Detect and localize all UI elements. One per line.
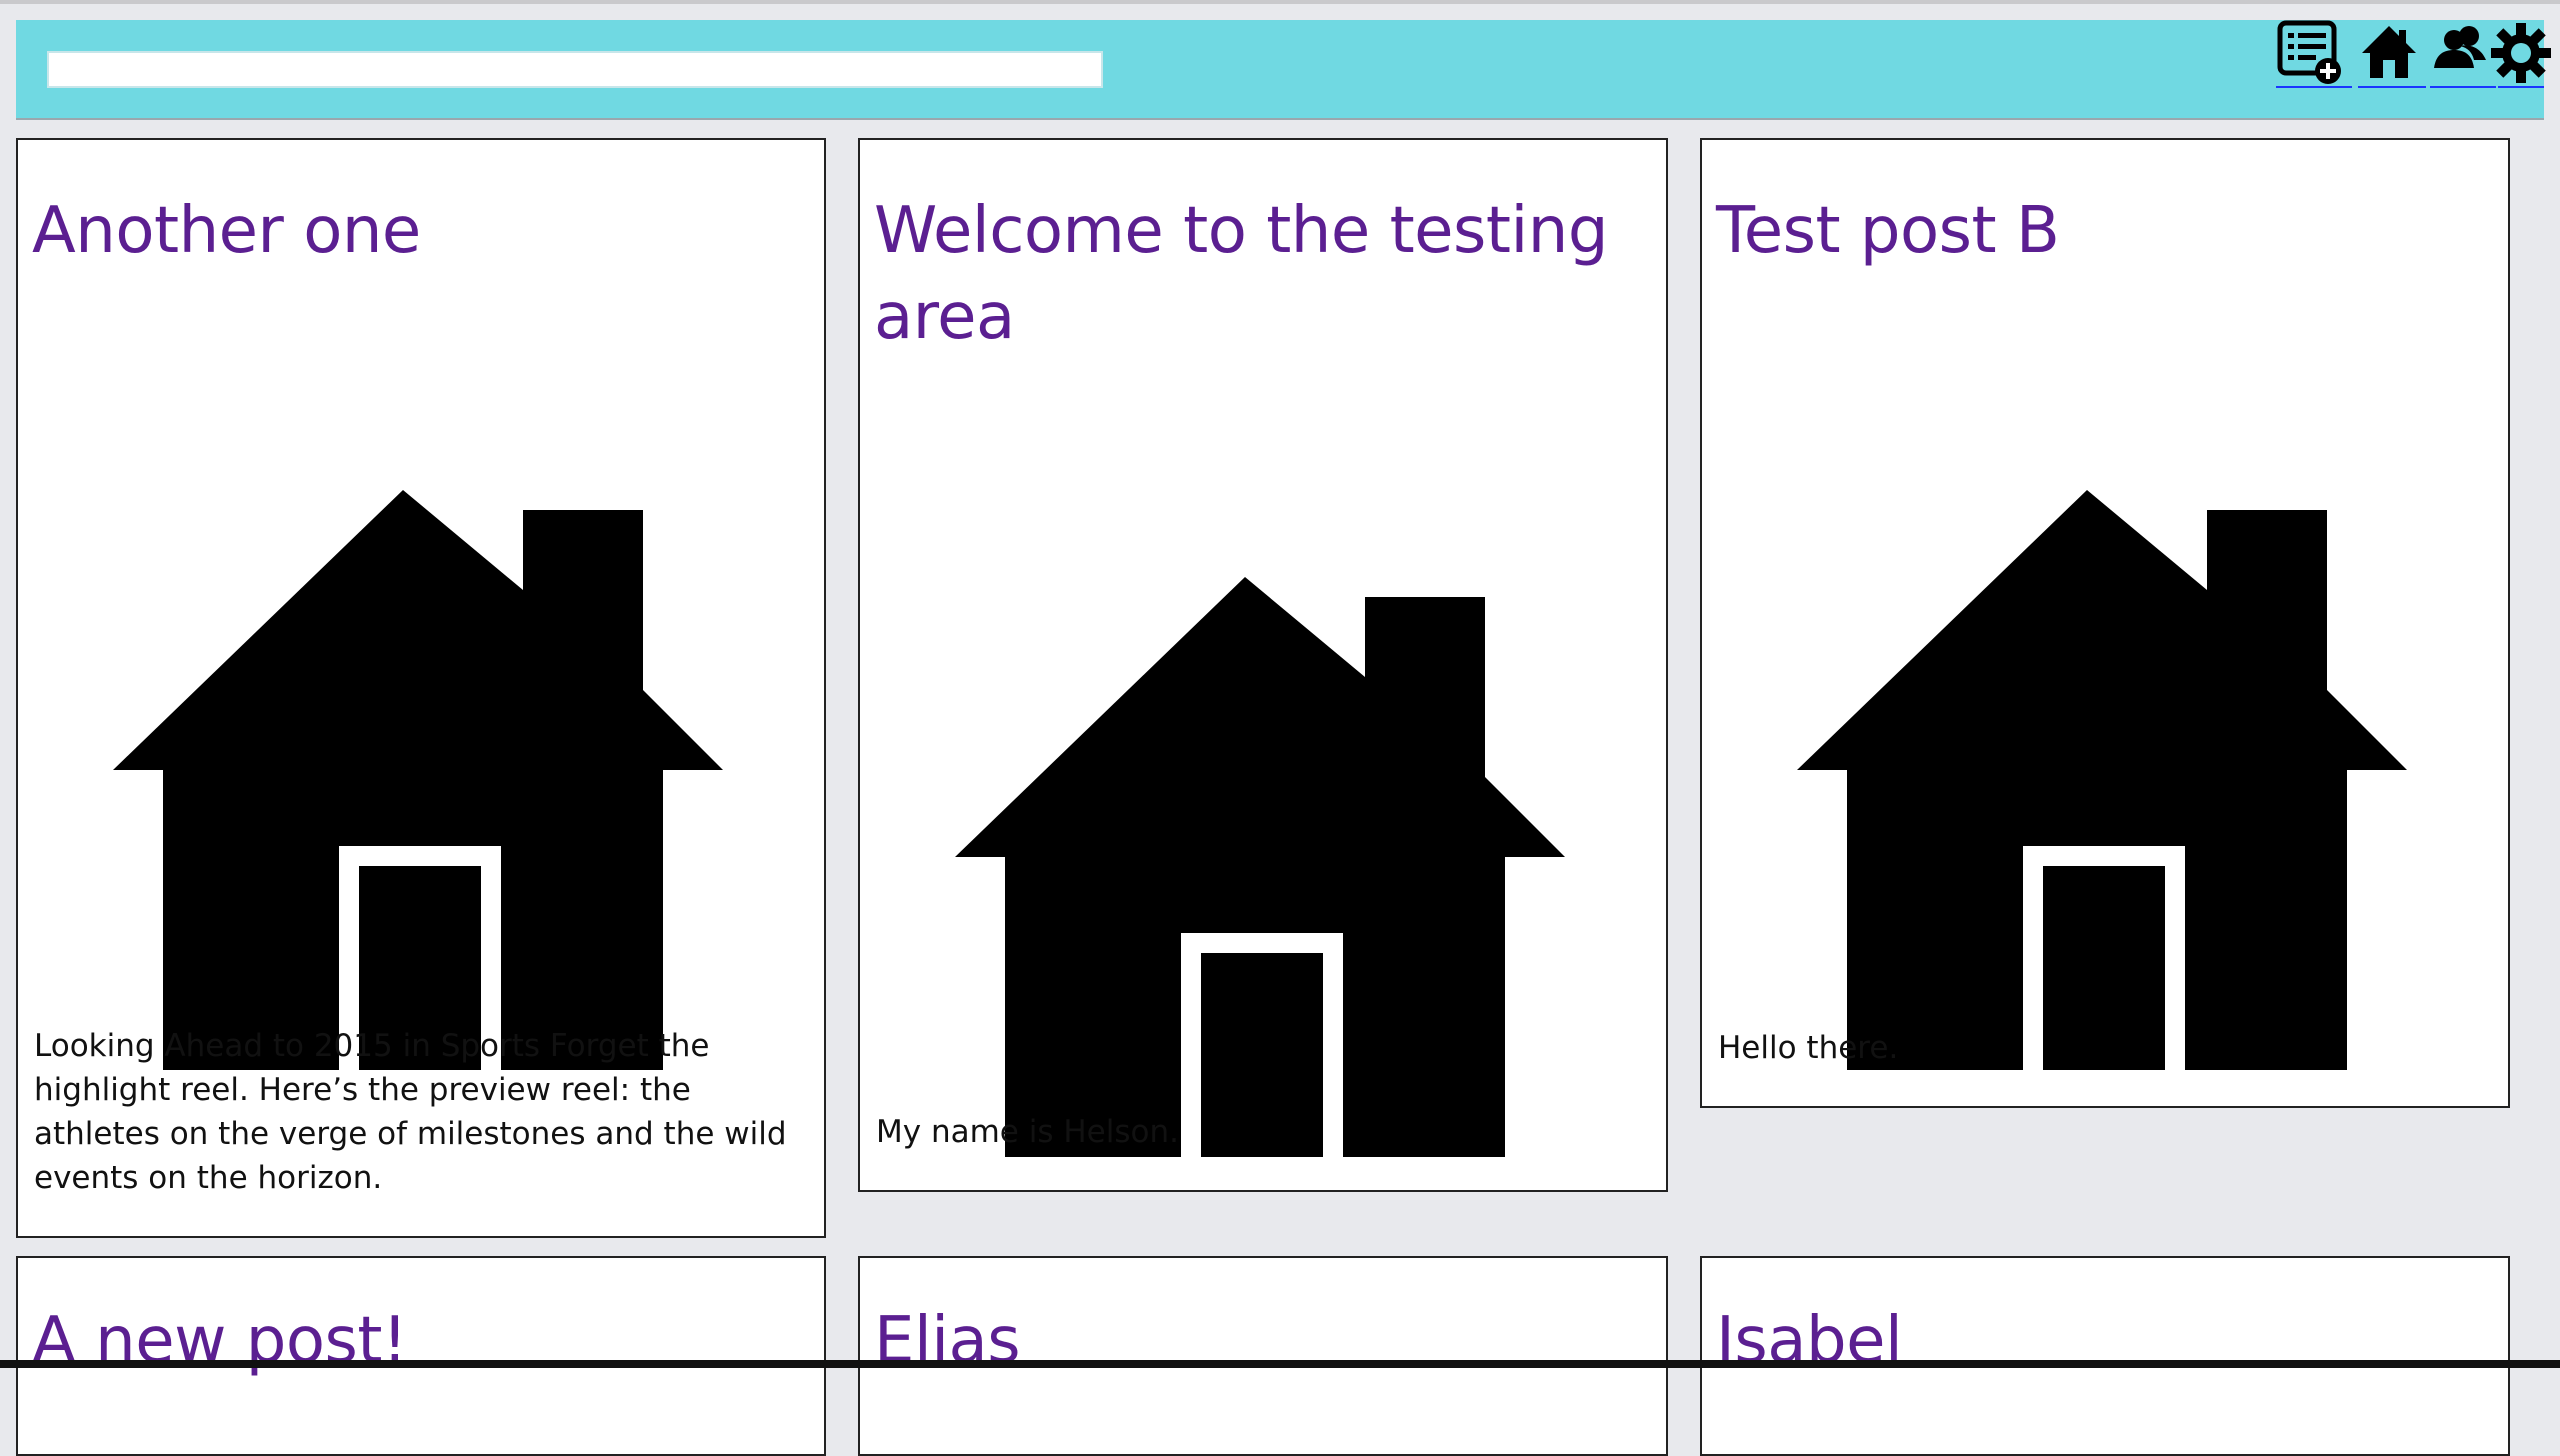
new-post-link[interactable] [2276, 20, 2352, 88]
settings-link[interactable] [2491, 20, 2551, 88]
post-card[interactable]: Welcome to the testing area My name is H… [858, 138, 1668, 1192]
home-link[interactable] [2358, 20, 2426, 88]
post-title[interactable]: Test post B [1716, 188, 2496, 274]
post-body: Hello there. [1718, 1030, 1899, 1066]
house-icon [955, 577, 1565, 1157]
house-icon [1797, 490, 2407, 1070]
window-top-border [0, 0, 2560, 4]
users-link[interactable] [2430, 20, 2496, 88]
header-bar [16, 20, 2551, 120]
users-icon [2434, 26, 2486, 68]
post-title[interactable]: Another one [32, 188, 812, 274]
settings-icon [2491, 23, 2551, 83]
post-title[interactable]: Elias [874, 1298, 1654, 1384]
home-icon [2362, 26, 2416, 78]
post-card[interactable]: A new post! [16, 1256, 826, 1456]
post-body: My name is Helson. [876, 1114, 1179, 1150]
post-card[interactable]: Test post B Hello there. [1700, 138, 2510, 1108]
search-input[interactable] [47, 51, 1103, 88]
house-icon [113, 490, 723, 1070]
post-body: Looking Ahead to 2015 in Sports Forget t… [34, 1028, 787, 1196]
post-title[interactable]: Isabel [1716, 1298, 2496, 1384]
post-card[interactable]: Elias [858, 1256, 1668, 1456]
post-title[interactable]: A new post! [32, 1298, 812, 1384]
window-bottom-edge [0, 1360, 2560, 1368]
new-post-icon [2277, 20, 2341, 84]
post-title[interactable]: Welcome to the testing area [874, 188, 1654, 360]
post-card[interactable]: Another one Looking Ahead to 2015 in Spo… [16, 138, 826, 1238]
post-card[interactable]: Isabel [1700, 1256, 2510, 1456]
